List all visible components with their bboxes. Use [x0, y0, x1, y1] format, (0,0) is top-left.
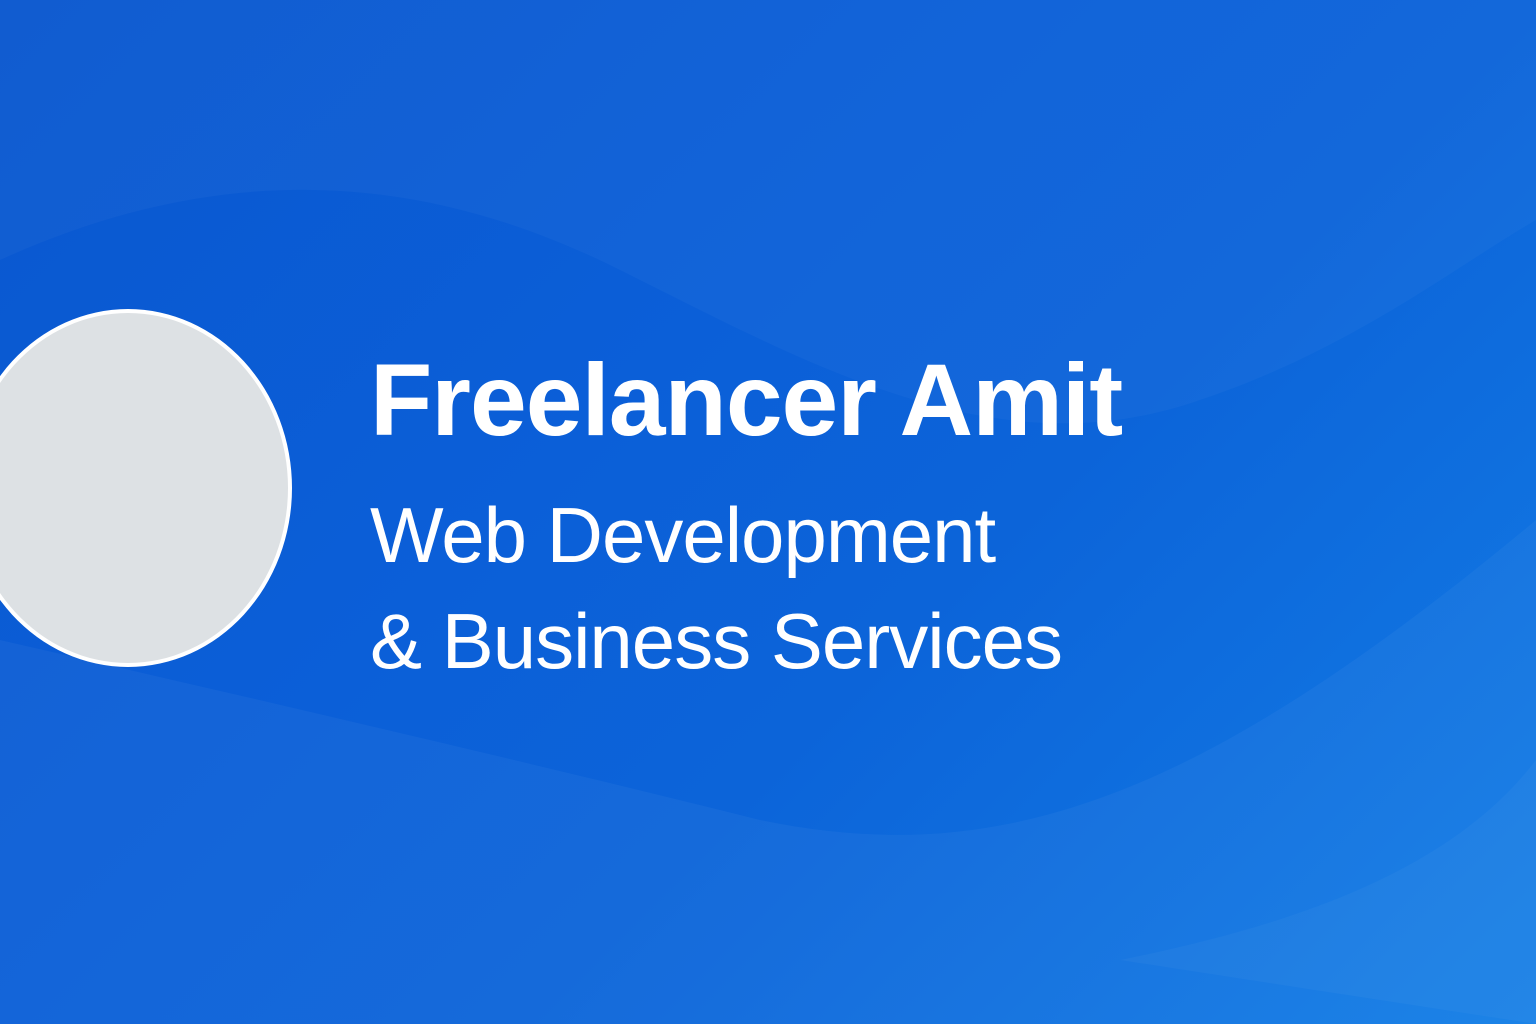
- page-title: Freelancer Amit: [370, 343, 1123, 457]
- headline-block: Freelancer Amit Web Development & Busine…: [370, 340, 1370, 694]
- banner: Freelancer Amit Web Development & Busine…: [0, 0, 1536, 1024]
- subtitle-line-1: Web Development: [370, 491, 996, 579]
- subtitle: Web Development & Business Services: [370, 482, 1370, 694]
- subtitle-line-2: & Business Services: [370, 597, 1063, 685]
